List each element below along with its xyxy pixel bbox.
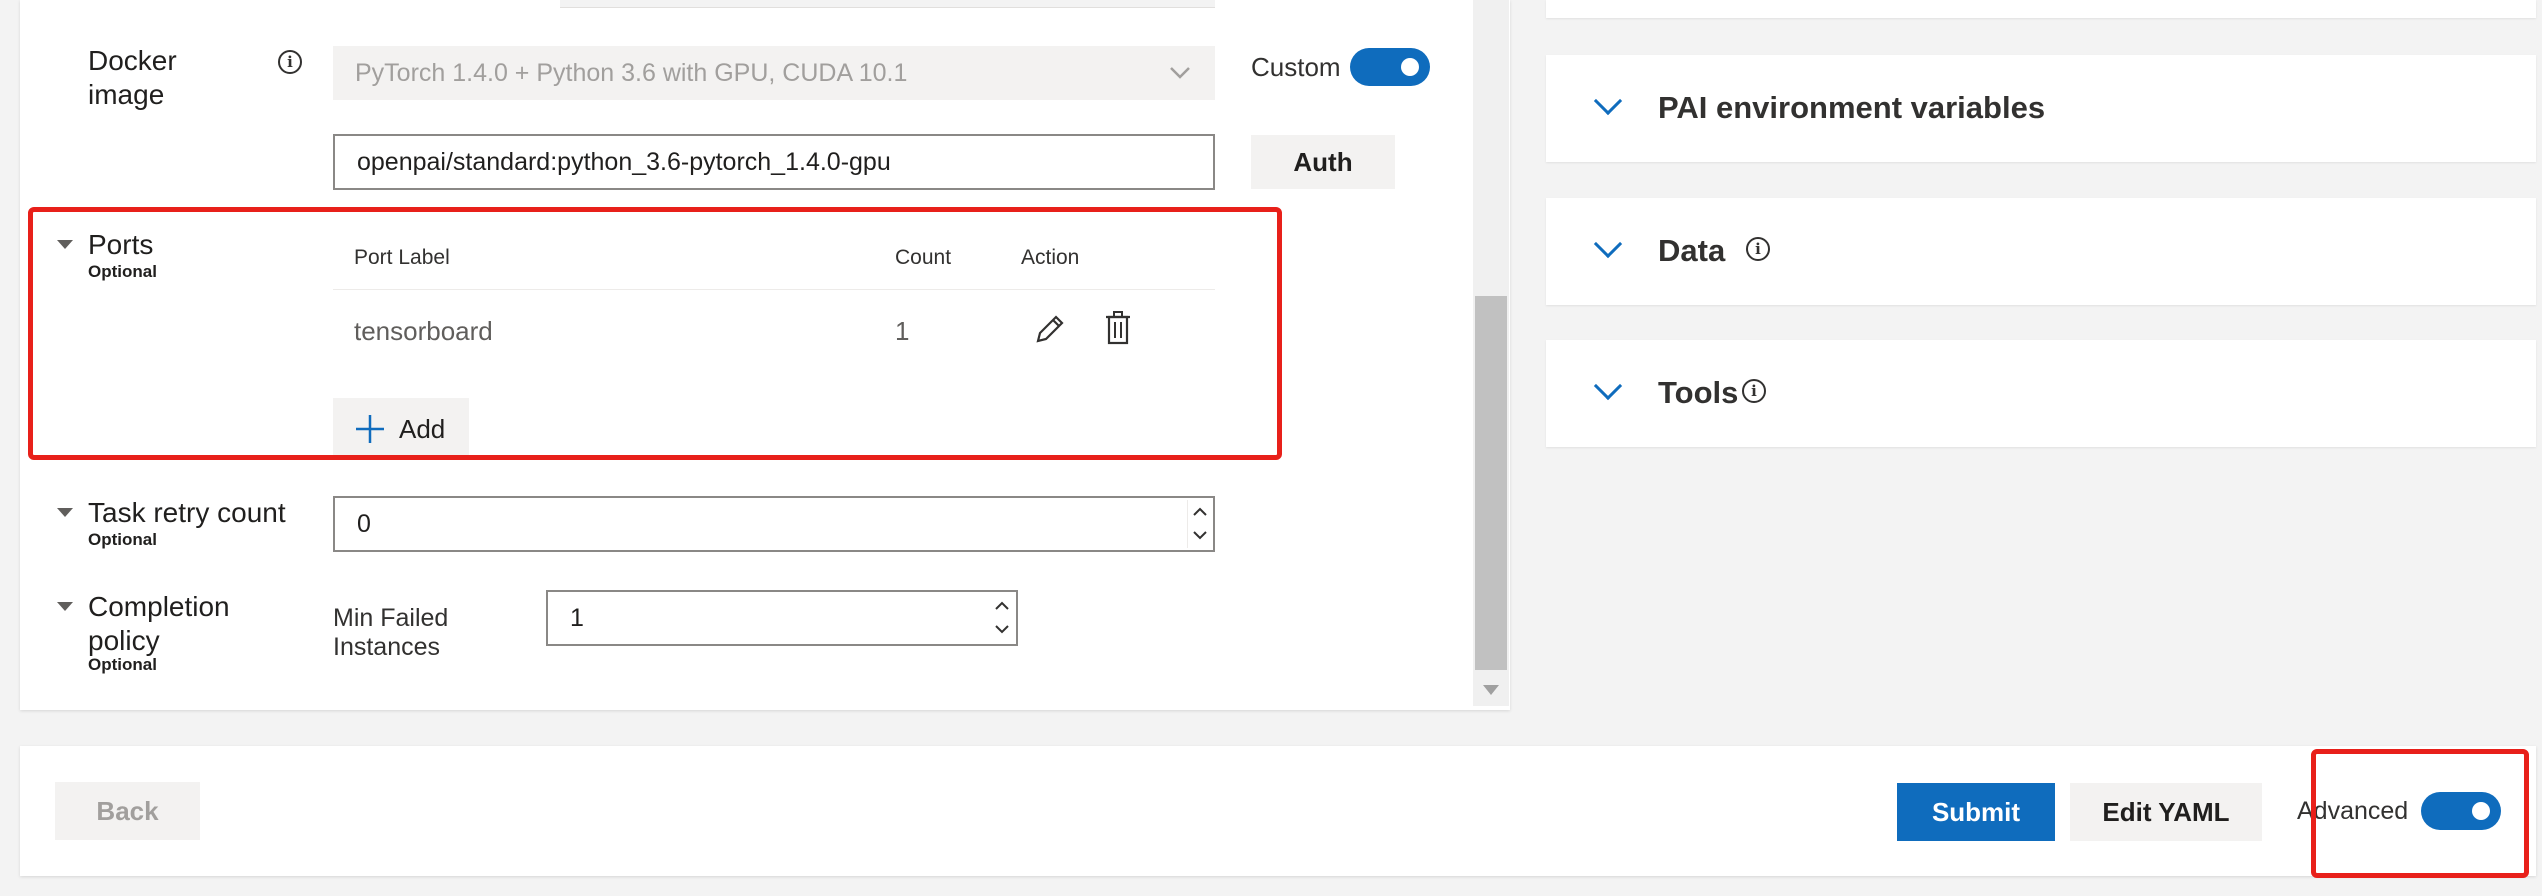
min-failed-spinner[interactable]: [990, 594, 1014, 642]
tools-info-icon[interactable]: i: [1742, 379, 1766, 403]
task-retry-input[interactable]: 0: [333, 496, 1215, 552]
panel-title: Data: [1658, 233, 1726, 268]
spin-down-icon[interactable]: [995, 624, 1009, 634]
task-retry-spinner[interactable]: [1187, 500, 1211, 548]
info-glyph: i: [287, 53, 293, 71]
ports-highlight-box: [28, 207, 1282, 460]
docker-dropdown-value: PyTorch 1.4.0 + Python 3.6 with GPU, CUD…: [355, 58, 908, 87]
advanced-highlight-box: [2311, 749, 2529, 878]
submit-button[interactable]: Submit: [1897, 783, 2055, 841]
panel-data[interactable]: Data i: [1546, 198, 2536, 305]
auth-button[interactable]: Auth: [1251, 135, 1395, 189]
info-glyph: i: [1755, 240, 1761, 258]
panel-tools[interactable]: Tools i: [1546, 340, 2536, 447]
completion-optional-label: Optional: [88, 655, 157, 674]
custom-toggle-label: Custom: [1251, 52, 1341, 82]
previous-panel-stub: [1546, 0, 2536, 18]
docker-info-icon[interactable]: i: [278, 50, 302, 74]
min-failed-input[interactable]: 1: [546, 590, 1018, 646]
docker-image-label: Docker image: [88, 44, 177, 112]
completion-label-line2: policy: [88, 625, 160, 656]
data-info-icon[interactable]: i: [1746, 237, 1770, 261]
custom-toggle[interactable]: [1350, 48, 1430, 86]
task-retry-label: Task retry count: [88, 497, 286, 528]
panel-title: Tools: [1658, 375, 1739, 410]
spin-up-icon[interactable]: [995, 601, 1009, 611]
chevron-down-icon: [1170, 67, 1190, 79]
task-retry-optional-label: Optional: [88, 530, 157, 549]
form-scrollbar-thumb[interactable]: [1475, 296, 1507, 670]
completion-collapse-caret[interactable]: [57, 602, 73, 611]
panel-pai-env-vars[interactable]: PAI environment variables: [1546, 55, 2536, 162]
task-retry-collapse-caret[interactable]: [57, 508, 73, 517]
chevron-down-icon: [1593, 229, 1623, 259]
completion-policy-label: Completion policy: [88, 590, 230, 658]
back-button[interactable]: Back: [55, 782, 200, 840]
info-glyph: i: [1751, 382, 1757, 400]
spin-up-icon[interactable]: [1193, 507, 1207, 517]
docker-label-line1: Docker: [88, 45, 177, 76]
scroll-down-arrow-icon[interactable]: [1482, 684, 1500, 696]
docker-image-input[interactable]: openpai/standard:python_3.6-pytorch_1.4.…: [333, 134, 1215, 190]
docker-label-line2: image: [88, 79, 165, 110]
spin-down-icon[interactable]: [1193, 530, 1207, 540]
docker-image-dropdown[interactable]: PyTorch 1.4.0 + Python 3.6 with GPU, CUD…: [333, 46, 1215, 100]
task-retry-value: 0: [357, 509, 371, 538]
completion-label-line1: Completion: [88, 591, 230, 622]
min-failed-line1: Min Failed: [333, 604, 449, 632]
docker-image-value: openpai/standard:python_3.6-pytorch_1.4.…: [357, 147, 891, 176]
panel-title: PAI environment variables: [1658, 90, 2046, 125]
toggle-knob: [1401, 58, 1419, 76]
edit-yaml-button[interactable]: Edit YAML: [2070, 783, 2262, 841]
previous-field-stub: [560, 0, 1215, 8]
min-failed-label: Min Failed Instances: [333, 604, 448, 662]
chevron-down-icon: [1593, 371, 1623, 401]
min-failed-line2: Instances: [333, 633, 441, 661]
min-failed-value: 1: [570, 603, 584, 632]
chevron-down-icon: [1593, 86, 1623, 116]
